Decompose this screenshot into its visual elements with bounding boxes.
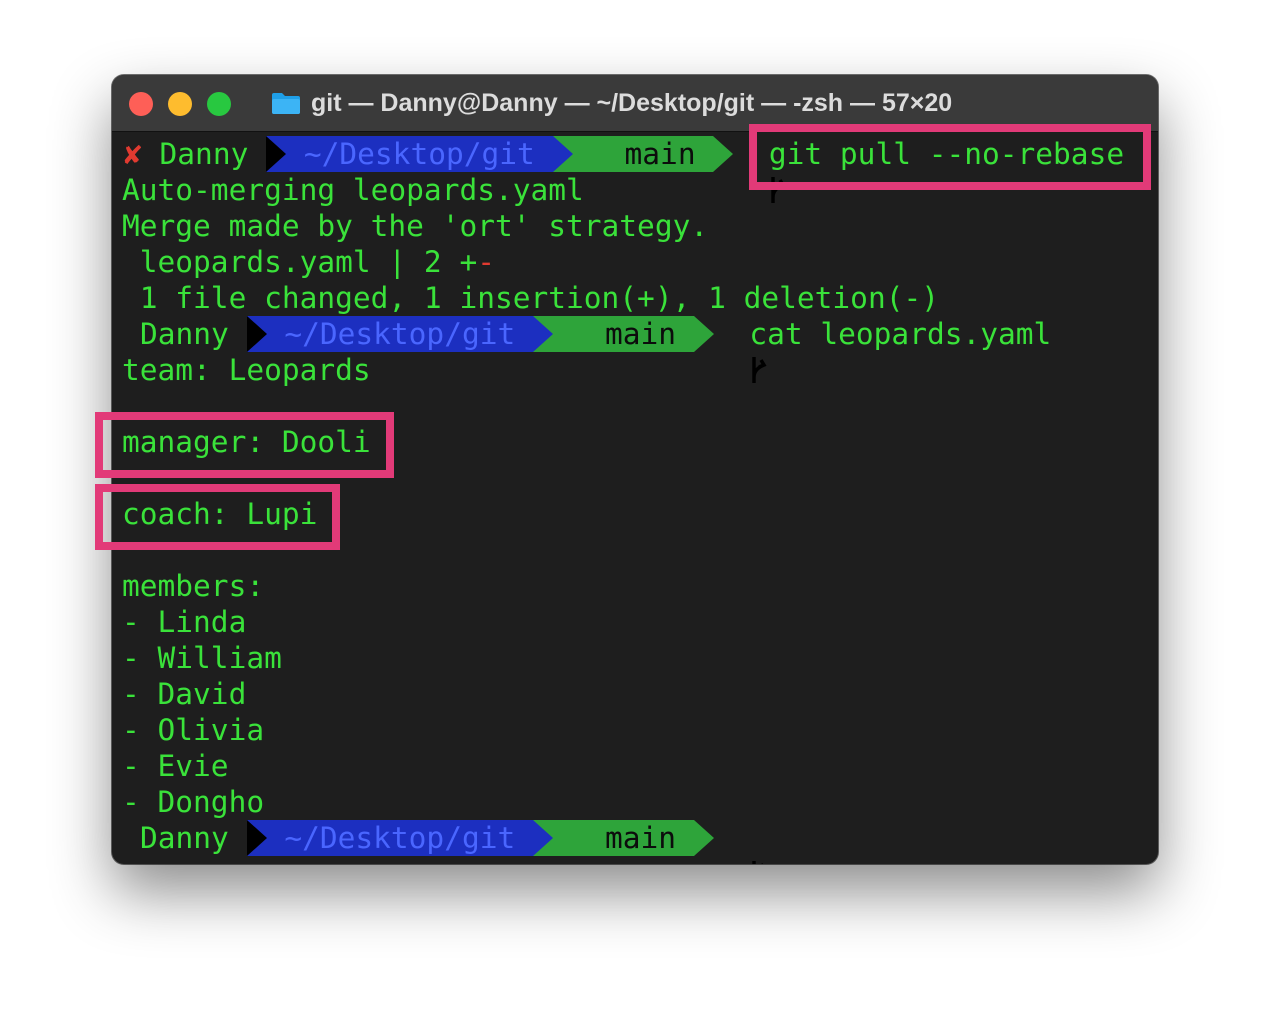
prompt-path: ~/Desktop/git xyxy=(284,317,516,351)
segment-separator-icon xyxy=(246,316,267,352)
prompt-branch-segment: main xyxy=(533,820,763,864)
output-line: members: xyxy=(122,569,265,603)
prompt-path-segment: ~/Desktop/git xyxy=(246,316,533,352)
output-line: team: Leopards xyxy=(122,353,371,387)
segment-separator-icon xyxy=(266,136,287,172)
prompt-line: Danny ~/Desktop/git main cat leopards.ya… xyxy=(140,316,1052,383)
prompt-user: Danny xyxy=(140,317,229,351)
prompt-branch: main xyxy=(605,821,677,855)
window-title: git — Danny@Danny — ~/Desktop/git — -zsh… xyxy=(271,88,952,118)
prompt-path-segment: ~/Desktop/git xyxy=(246,820,533,856)
command-text: cat leopards.yaml xyxy=(749,317,1052,351)
prompt-path: ~/Desktop/git xyxy=(303,137,535,171)
prompt-user: Danny xyxy=(159,137,249,171)
prompt-line: ✘ Danny ~/Desktop/git main git pull --no… xyxy=(124,136,1125,203)
title-bar[interactable]: git — Danny@Danny — ~/Desktop/git — -zsh… xyxy=(112,75,1158,132)
close-button[interactable] xyxy=(129,92,153,116)
segment-separator-icon xyxy=(552,136,573,172)
output-line: Auto-merging leopards.yaml xyxy=(122,173,584,207)
minimize-button[interactable] xyxy=(168,92,192,116)
output-line: 1 file changed, 1 insertion(+), 1 deleti… xyxy=(122,281,939,315)
output-line: coach: Lupi xyxy=(122,497,318,531)
segment-separator-icon xyxy=(533,820,553,856)
command-text: git pull --no-rebase xyxy=(768,137,1125,171)
segment-end-icon xyxy=(693,316,714,352)
segment-end-icon xyxy=(693,820,714,856)
git-branch-icon xyxy=(591,139,786,203)
member-item: - Dongho xyxy=(122,785,265,819)
output-line: leopards.yaml | 2 + - xyxy=(122,245,495,279)
member-item: - Evie xyxy=(122,749,229,783)
output-line: Merge made by the 'ort' strategy. xyxy=(122,209,709,243)
output-line: manager: Dooli xyxy=(122,425,371,459)
prompt-line: Danny ~/Desktop/git main xyxy=(140,820,763,864)
maximize-button[interactable] xyxy=(207,92,231,116)
terminal-window: git — Danny@Danny — ~/Desktop/git — -zsh… xyxy=(112,75,1158,864)
prompt-user: Danny xyxy=(140,821,229,855)
member-item: - William xyxy=(122,641,282,675)
git-branch-icon xyxy=(571,319,767,383)
segment-end-icon xyxy=(713,136,734,172)
segment-separator-icon xyxy=(533,316,553,352)
window-title-text: git — Danny@Danny — ~/Desktop/git — -zsh… xyxy=(311,88,953,117)
folder-icon xyxy=(271,91,301,115)
terminal-content[interactable]: ✘ Danny ~/Desktop/git main git pull --no… xyxy=(112,132,1158,864)
prompt-branch-segment: main xyxy=(533,316,767,383)
member-item: - David xyxy=(122,677,247,711)
prompt-branch-segment: main xyxy=(552,136,786,203)
member-item: - Olivia xyxy=(122,713,265,747)
prompt-path: ~/Desktop/git xyxy=(284,821,516,855)
prompt-path-segment: ~/Desktop/git xyxy=(266,136,553,172)
git-branch-icon xyxy=(571,823,763,864)
prompt-branch: main xyxy=(624,137,696,171)
error-mark-icon: ✘ xyxy=(124,137,142,171)
member-item: - Linda xyxy=(122,605,247,639)
prompt-branch: main xyxy=(605,317,677,351)
segment-separator-icon xyxy=(246,820,267,856)
